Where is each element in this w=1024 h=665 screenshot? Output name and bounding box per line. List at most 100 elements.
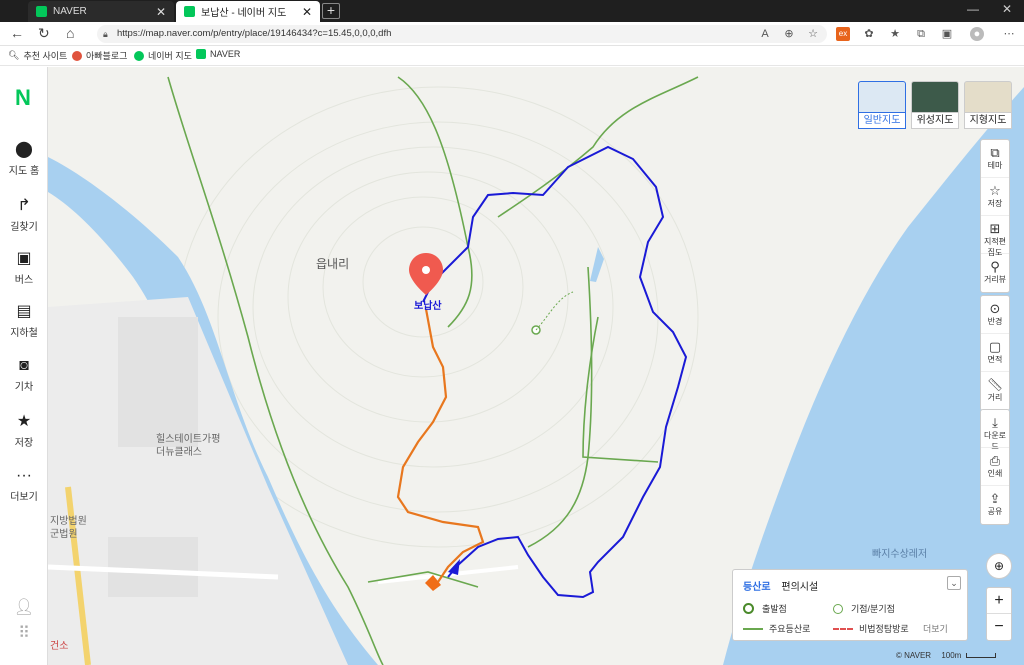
tab-title: 보납산 - 네이버 지도 [201, 8, 287, 19]
sidebar-item-train[interactable]: ◙ 기차 [0, 357, 48, 393]
tool-label: 테마 [987, 161, 1003, 170]
sidebar-item-saved[interactable]: ★ 저장 [0, 413, 48, 449]
bookmark-recommended[interactable]: 🔍︎ 추천 사이트 [8, 49, 67, 62]
bookmark-dad-blog[interactable]: 아빠블로그 [72, 49, 127, 62]
map-type-standard[interactable]: 일반지도 [858, 81, 906, 129]
peak-label[interactable]: 보납산 [414, 297, 442, 312]
tool-radius[interactable]: ⊙ 반경 [981, 296, 1009, 334]
scale-line [965, 653, 996, 659]
tool-print[interactable]: ⎙ 인쇄 [981, 448, 1009, 486]
tool-label: 공유 [987, 507, 1003, 516]
blog-favicon-icon [72, 50, 82, 61]
pin-icon: ⬤ [15, 141, 33, 158]
layers-icon: ⧉ [990, 145, 1000, 160]
ruler-icon: 📏︎ [986, 377, 1004, 392]
user-icon[interactable]: 👤︎ [0, 599, 48, 620]
legend-label: 비법정탐방로 [859, 624, 909, 634]
extensions-icon[interactable]: ✿ [862, 27, 876, 41]
map-type-satellite[interactable]: 위성지도 [911, 81, 959, 129]
legend-tabs: 등산로 편의시설 [743, 578, 826, 593]
main-trail-line-icon [743, 627, 763, 630]
tab-map[interactable]: 보납산 - 네이버 지도 ✕ [176, 1, 320, 22]
profile-icon[interactable]: ● [970, 27, 984, 41]
leisure-label[interactable]: 빠지수상레저 [872, 545, 927, 560]
map-type-label: 일반지도 [858, 113, 906, 129]
close-window-icon[interactable]: ✕ [990, 2, 1024, 16]
tool-label: 반경 [987, 317, 1003, 326]
back-icon[interactable]: ← [10, 25, 24, 41]
search-icon: 🔍︎ [8, 50, 20, 60]
naver-logo[interactable]: N [8, 83, 38, 113]
more-icon: ··· [16, 467, 32, 484]
naver-favicon-icon [36, 6, 47, 17]
bookmark-naver-map[interactable]: 네이버 지도 [134, 49, 192, 62]
map-type-label: 지형지도 [964, 113, 1012, 129]
menu-icon[interactable]: ⋯ [1002, 27, 1016, 41]
tab-naver[interactable]: NAVER ✕ [28, 1, 174, 22]
sidebar-toggle-icon[interactable]: ▣ [940, 27, 954, 41]
legend-label: 출발점 [762, 604, 787, 614]
zoom-out-button[interactable]: − [987, 614, 1011, 640]
tool-area[interactable]: ▢ 면적 [981, 334, 1009, 372]
sidebar-item-home[interactable]: ⬤ 지도 홈 [0, 141, 48, 177]
tab-trails[interactable]: 등산로 [743, 582, 771, 593]
bookmark-label: 추천 사이트 [23, 51, 68, 61]
tab-facilities[interactable]: 편의시설 [781, 582, 818, 593]
tab-title: NAVER [53, 6, 87, 17]
favorite-icon[interactable]: ☆ [806, 27, 820, 41]
map-tools-group-1: ⧉ 테마 ☆ 저장 ⊞ 지적편집도 ⚲ 거리뷰 [980, 139, 1010, 293]
court-label[interactable]: 지방법원 군법원 [50, 515, 87, 541]
tool-download[interactable]: ⤓ 다운로드 [981, 410, 1009, 451]
legend-collapse-button[interactable]: ⌄ [947, 576, 961, 590]
zoom-icon[interactable]: ⊕ [782, 27, 796, 41]
lock-icon: 🔒︎ [103, 29, 108, 39]
sidebar-item-label: 저장 [14, 438, 34, 449]
read-aloud-icon[interactable]: A [758, 27, 772, 41]
star-icon: ★ [16, 413, 32, 430]
sidebar-item-directions[interactable]: ↱ 길찾기 [0, 197, 48, 233]
tool-cadastral[interactable]: ⊞ 지적편집도 [981, 216, 1009, 257]
new-tab-button[interactable]: + [322, 3, 340, 19]
map-favicon-icon [134, 50, 144, 61]
tool-distance[interactable]: 📏︎ 거리 [981, 372, 1009, 410]
sidebar-item-label: 지도 홈 [8, 166, 40, 177]
collections-icon[interactable]: ⧉ [914, 27, 928, 41]
bus-icon: ▣ [16, 250, 32, 267]
close-icon[interactable]: ✕ [156, 5, 166, 19]
star-icon: ☆ [989, 183, 1001, 198]
legend-more-label: 더보기 [923, 624, 948, 634]
url-input[interactable]: 🔒︎ https://map.naver.com/p/entry/place/1… [97, 25, 827, 43]
apps-grid-icon[interactable]: ⠿ [0, 625, 48, 646]
sidebar-item-more[interactable]: ··· 더보기 [0, 467, 48, 503]
streetview-icon: ⚲ [990, 259, 1000, 274]
building-label-2: 건소 [50, 641, 69, 652]
legend-main-trail: 주요등산로 [743, 622, 810, 635]
zoom-control: + − [986, 587, 1012, 641]
close-icon[interactable]: ✕ [302, 5, 312, 19]
sidebar-item-label: 버스 [14, 275, 34, 286]
refresh-icon[interactable]: ↻ [38, 25, 50, 42]
tool-save[interactable]: ☆ 저장 [981, 178, 1009, 216]
minimize-icon[interactable]: — [956, 2, 990, 16]
tool-streetview[interactable]: ⚲ 거리뷰 [981, 254, 1009, 292]
favorites-icon[interactable]: ★ [888, 27, 902, 41]
map-type-terrain[interactable]: 지형지도 [964, 81, 1012, 129]
zoom-in-button[interactable]: + [987, 588, 1011, 614]
location-pin-icon [409, 253, 443, 295]
legend-label: 기점/분기점 [851, 604, 895, 614]
bookmark-label: 네이버 지도 [148, 51, 192, 61]
compass-button[interactable]: ⊕ [986, 553, 1012, 579]
legend-more-button[interactable]: 더보기 [923, 622, 948, 635]
sidebar-item-bus[interactable]: ▣ 버스 [0, 250, 48, 286]
tool-theme[interactable]: ⧉ 테마 [981, 140, 1009, 178]
bookmark-naver[interactable]: NAVER [196, 49, 240, 59]
home-icon[interactable]: ⌂ [66, 25, 74, 41]
map-canvas[interactable]: 읍내리 보납산 힐스테이트가평 더뉴클래스 지방법원 군법원 빠지수상레저 건소… [48, 67, 1024, 665]
tool-share[interactable]: ⇪ 공유 [981, 486, 1009, 524]
legend-start-point: 출발점 [743, 602, 787, 615]
extension-icon[interactable]: ex [836, 27, 850, 41]
building-label[interactable]: 힐스테이트가평 더뉴클래스 [156, 433, 220, 459]
sidebar-item-subway[interactable]: ▤ 지하철 [0, 303, 48, 339]
tool-label: 면적 [987, 355, 1003, 364]
radius-icon: ⊙ [989, 301, 1001, 316]
